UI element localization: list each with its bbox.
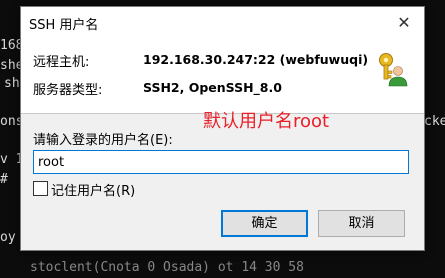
server-type-value: SSH2, OpenSSH_8.0 — [143, 80, 282, 95]
dialog-titlebar[interactable]: SSH 用户名 ✕ — [21, 7, 424, 39]
remote-host-value: 192.168.30.247:22 (webfuwuqi) — [143, 52, 369, 67]
terminal-text: sh — [4, 76, 20, 91]
remember-username-label[interactable]: 记住用户名(R) — [51, 180, 135, 199]
server-type-label: 服务器类型: — [33, 83, 103, 98]
dialog-title: SSH 用户名 — [29, 18, 99, 33]
connection-info: 远程主机: 192.168.30.247:22 (webfuwuqi) 服务器类… — [21, 39, 424, 114]
terminal-text: cket — [424, 114, 445, 129]
terminal-text: oy — [0, 230, 16, 245]
ok-button[interactable]: 确定 — [221, 210, 308, 237]
remember-username-checkbox[interactable] — [33, 181, 48, 196]
close-icon[interactable]: ✕ — [392, 11, 416, 35]
terminal-text: # — [0, 172, 8, 187]
terminal-text: stoclent(Cnota 0 Osada) ot 14 30 58 — [30, 260, 304, 275]
remote-host-label: 远程主机: — [33, 55, 90, 70]
username-prompt: 请输入登录的用户名(E): — [33, 133, 173, 148]
annotation-default-username: 默认用户名root — [203, 111, 330, 132]
cancel-button[interactable]: 取消 — [318, 210, 405, 237]
key-user-icon — [379, 53, 408, 87]
username-input[interactable] — [33, 150, 409, 174]
ssh-username-dialog: SSH 用户名 ✕ 远程主机: 192.168.30.247:22 (webfu… — [20, 6, 425, 251]
